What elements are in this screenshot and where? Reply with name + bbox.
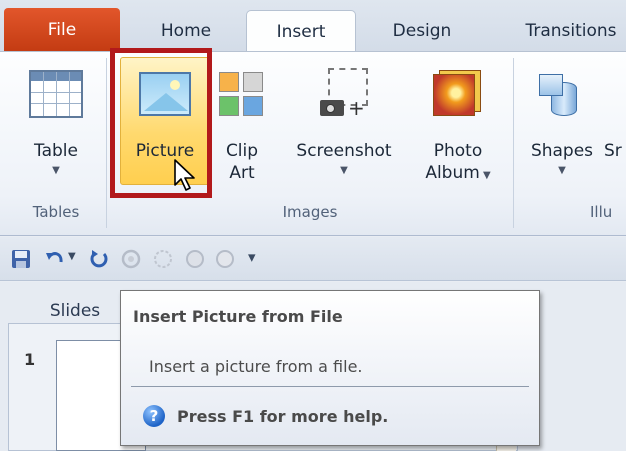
shapes-icon (537, 74, 587, 120)
tab-design[interactable]: Design (366, 10, 478, 52)
tab-transitions[interactable]: Transitions (506, 10, 626, 52)
undo-dropdown-arrow-icon[interactable]: ▼ (68, 251, 76, 262)
clip-art-label-line2: Art (229, 163, 255, 183)
group-divider (513, 58, 514, 228)
ribbon-insert-panel: Table ▼ Picture Clip Art + Screenshot ▼ (0, 51, 626, 236)
screenshot-icon: + (316, 68, 372, 122)
repeat-icon[interactable] (88, 248, 110, 270)
save-icon[interactable] (10, 248, 32, 270)
clip-art-button[interactable]: Clip Art (212, 52, 272, 192)
ribbon-tab-bar: File Home Insert Design Transitions (0, 0, 626, 53)
photo-album-icon (433, 68, 483, 118)
table-icon (29, 70, 83, 118)
group-label-tables: Tables (32, 203, 80, 221)
disabled-shape-icon (121, 249, 141, 269)
group-label-illustrations: Illu (590, 203, 613, 221)
tooltip-title: Insert Picture from File (133, 307, 343, 326)
tab-insert[interactable]: Insert (246, 10, 356, 53)
tooltip-divider (131, 386, 529, 387)
undo-icon[interactable] (44, 248, 66, 270)
mouse-cursor-icon (174, 159, 195, 191)
tab-home[interactable]: Home (134, 10, 238, 52)
smartart-button-partial[interactable]: Sr (604, 52, 626, 192)
chevron-down-icon: ▼ (479, 170, 491, 181)
chevron-down-icon: ▼ (340, 165, 348, 176)
photo-album-button[interactable]: Photo Album ▼ (410, 52, 506, 192)
quick-access-toolbar: ▼ ▾ (0, 237, 626, 281)
shapes-label: Shapes (530, 141, 594, 161)
photo-album-label-line1: Photo (433, 141, 483, 161)
group-divider (106, 58, 107, 228)
photo-album-label-line2-wrap: Album ▼ (410, 162, 506, 184)
customize-toolbar-icon[interactable]: ▾ (248, 247, 256, 267)
disabled-shape-icon (216, 250, 234, 268)
clip-art-icon (219, 72, 265, 118)
tooltip-description: Insert a picture from a file. (149, 357, 363, 376)
smartart-label-partial: Sr (604, 141, 622, 161)
photo-album-label-line2: Album (425, 163, 480, 183)
slide-number: 1 (24, 350, 36, 369)
tab-file[interactable]: File (4, 8, 120, 52)
screenshot-label: Screenshot (296, 141, 392, 161)
disabled-shape-icon (154, 250, 172, 268)
chevron-down-icon: ▼ (558, 165, 566, 176)
chevron-down-icon: ▼ (52, 165, 60, 176)
table-label: Table (34, 141, 78, 161)
picture-tooltip: Insert Picture from File Insert a pictur… (120, 290, 540, 446)
tab-slides[interactable]: Slides (34, 294, 116, 328)
table-button[interactable]: Table ▼ (10, 52, 102, 192)
disabled-shape-icon (186, 250, 204, 268)
help-icon: ? (143, 405, 165, 427)
screenshot-button[interactable]: + Screenshot ▼ (280, 52, 408, 192)
group-label-images: Images (282, 203, 338, 221)
clip-art-label-line1: Clip (225, 141, 259, 161)
shapes-button[interactable]: Shapes ▼ (520, 52, 604, 192)
tooltip-help-text: Press F1 for more help. (177, 407, 389, 426)
